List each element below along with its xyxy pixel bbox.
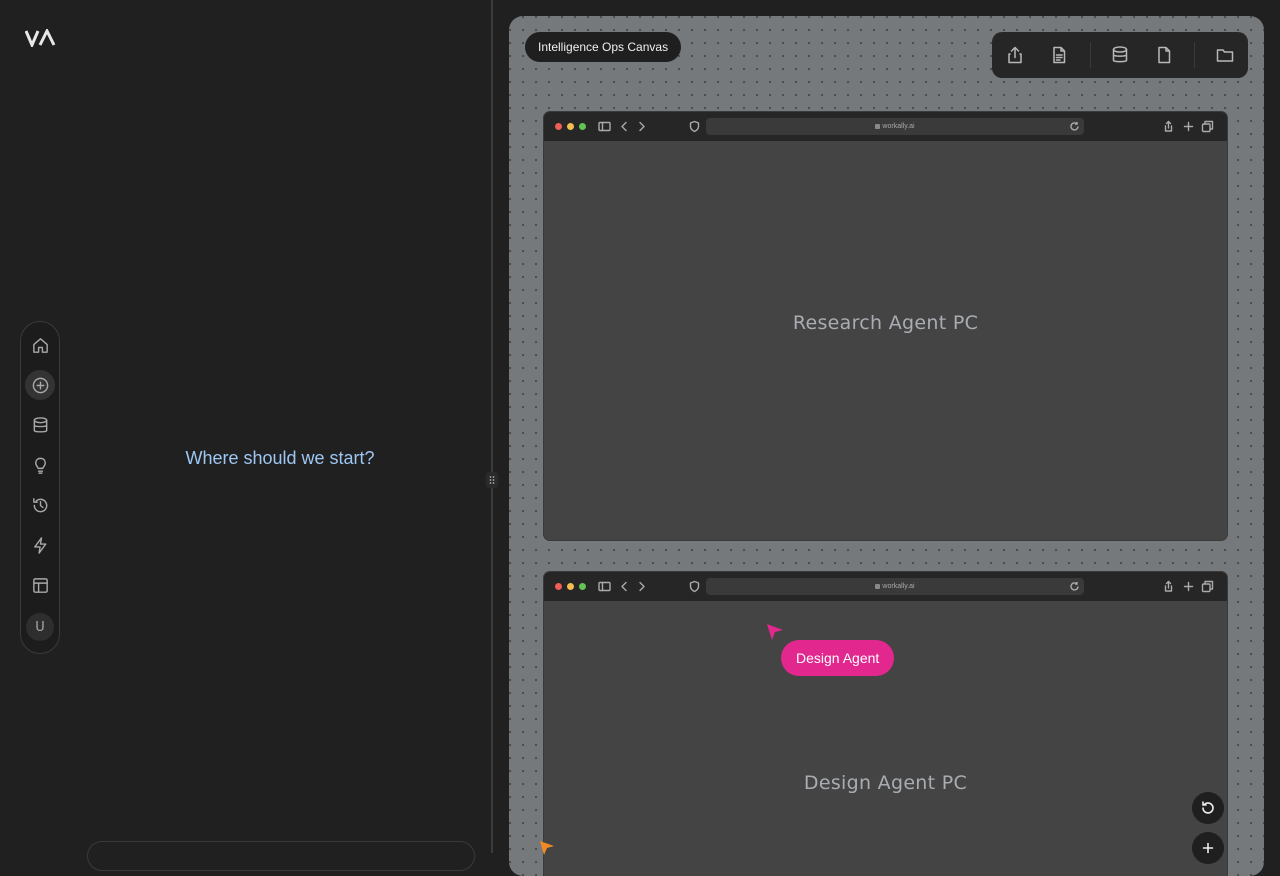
left-pane: U Where should we start? [0,0,492,871]
url-text: workally.ai [882,123,915,130]
tabs-icon[interactable] [1201,580,1214,593]
maximize-dot[interactable] [579,583,586,590]
back-icon[interactable] [618,120,631,133]
database-icon[interactable] [1109,44,1131,66]
address-bar[interactable]: workally.ai [706,578,1084,595]
composer-input[interactable] [87,841,475,871]
back-icon[interactable] [618,580,631,593]
canvas-toolbar [992,32,1248,78]
brand-logo[interactable] [25,29,57,47]
file-icon[interactable] [1153,44,1175,66]
lightning-icon[interactable] [25,530,55,560]
nav-rail: U [20,321,60,654]
history-icon[interactable] [25,490,55,520]
toolbar-separator [1194,42,1195,68]
avatar[interactable]: U [26,613,54,641]
browser-chrome: workally.ai [544,572,1227,601]
lock-icon [875,123,881,129]
shield-icon[interactable] [688,120,701,133]
shield-icon[interactable] [688,580,701,593]
sidebar-toggle-icon[interactable] [598,580,611,593]
toolbar-separator [1090,42,1091,68]
forward-icon[interactable] [635,120,648,133]
reset-view-button[interactable] [1192,792,1224,824]
plus-icon [1202,842,1214,854]
share-icon[interactable] [1004,44,1026,66]
database-icon[interactable] [25,410,55,440]
resize-grip-icon[interactable] [486,472,498,488]
window-label: Research Agent PC [792,312,979,334]
canvas-title[interactable]: Intelligence Ops Canvas [525,32,682,62]
reload-icon[interactable] [1069,121,1080,132]
window-label: Design Agent PC [803,772,968,794]
address-bar[interactable]: workally.ai [706,118,1084,135]
new-tab-icon[interactable] [1182,580,1195,593]
maximize-dot[interactable] [579,123,586,130]
browser-window-research[interactable]: workally.ai Research Agent PC [544,112,1227,540]
zoom-in-button[interactable] [1192,832,1224,864]
new-tab-icon[interactable] [1182,120,1195,133]
sidebar-toggle-icon[interactable] [598,120,611,133]
pane-divider[interactable] [491,0,493,853]
lock-icon [875,583,881,589]
tabs-icon[interactable] [1201,120,1214,133]
refresh-icon [1202,801,1214,814]
agent-cursor-orange-icon [540,841,554,855]
folder-icon[interactable] [1214,44,1236,66]
document-icon[interactable] [1048,44,1070,66]
design-agent-tag: Design Agent [781,640,895,676]
share-icon[interactable] [1162,120,1175,133]
home-icon[interactable] [25,330,55,360]
close-dot[interactable] [555,123,562,130]
design-agent-cursor-icon [767,624,783,640]
ops-canvas[interactable]: Intelligence Ops Canvas workally.ai Rese… [509,16,1264,876]
browser-window-design[interactable]: workally.ai Design Agent PC [544,572,1227,876]
layout-icon[interactable] [25,570,55,600]
plus-circle-icon[interactable] [25,370,55,400]
reload-icon[interactable] [1069,581,1080,592]
close-dot[interactable] [555,583,562,590]
start-prompt: Where should we start? [185,448,375,468]
minimize-dot[interactable] [567,583,574,590]
browser-chrome: workally.ai [544,112,1227,141]
minimize-dot[interactable] [567,123,574,130]
share-icon[interactable] [1162,580,1175,593]
forward-icon[interactable] [635,580,648,593]
url-text: workally.ai [882,583,915,590]
